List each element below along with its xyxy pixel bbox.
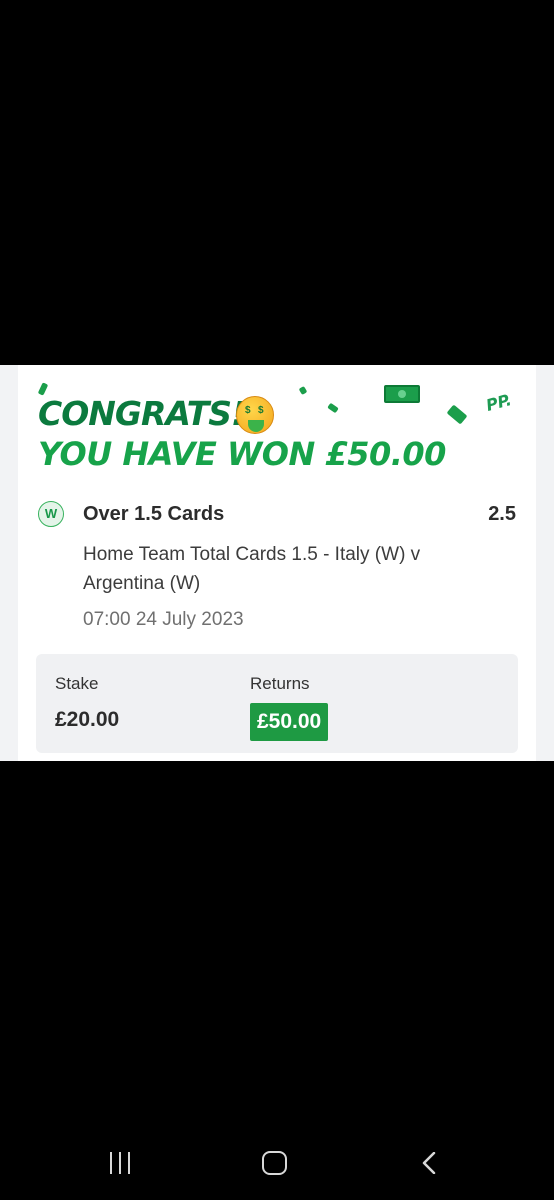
recents-icon[interactable] bbox=[108, 1152, 134, 1174]
bet-market: Home Team Total Cards 1.5 - Italy (W) v … bbox=[83, 544, 421, 594]
money-mouth-face-icon: $ $ bbox=[236, 396, 274, 434]
bet-summary-panel: Stake £20.00 Returns £50.00 bbox=[36, 654, 518, 753]
bet-receipt-card: PP. CONGRATS! $ $ YOU HAVE WON £50.00 W O… bbox=[18, 365, 536, 761]
congrats-title: CONGRATS! bbox=[38, 394, 246, 433]
system-navigation-bar bbox=[0, 1130, 554, 1194]
returns-label: Returns bbox=[250, 674, 310, 693]
stake-label: Stake bbox=[55, 674, 99, 693]
money-bill-icon bbox=[384, 385, 420, 403]
win-status-badge: W bbox=[38, 501, 64, 527]
returns-value: £50.00 bbox=[250, 703, 329, 741]
bet-selection: Over 1.5 Cards bbox=[83, 503, 225, 525]
bet-odds: 2.5 bbox=[488, 503, 516, 525]
confetti-bill-icon bbox=[446, 404, 468, 425]
win-amount-title: YOU HAVE WON £50.00 bbox=[38, 435, 446, 473]
confetti-bill-icon bbox=[327, 402, 339, 414]
black-background-top bbox=[0, 0, 554, 365]
event-datetime: 07:00 24 July 2023 bbox=[83, 609, 244, 630]
confetti-bill-icon bbox=[298, 385, 308, 396]
home-icon[interactable] bbox=[262, 1151, 287, 1175]
bet-receipt-area: PP. CONGRATS! $ $ YOU HAVE WON £50.00 W O… bbox=[0, 365, 554, 761]
back-icon[interactable] bbox=[420, 1151, 440, 1175]
stake-value: £20.00 bbox=[55, 708, 120, 731]
brand-logo: PP. bbox=[483, 390, 514, 415]
